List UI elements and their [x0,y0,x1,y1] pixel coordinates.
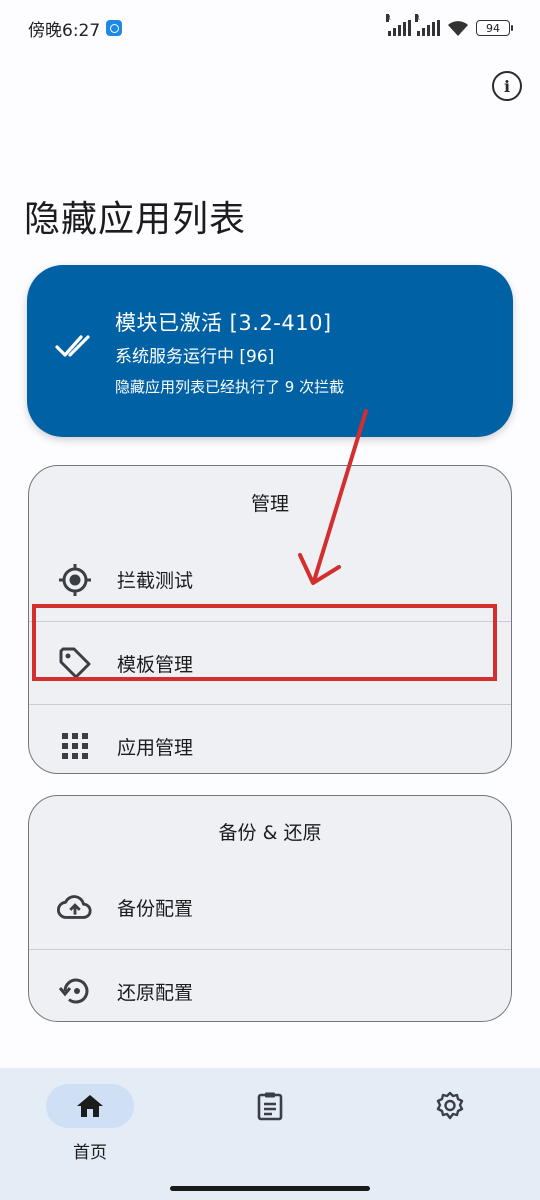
nav-settings[interactable] [405,1084,495,1174]
cloud-upload-icon [57,890,93,926]
backup-config-label: 备份配置 [117,898,194,920]
wifi-icon [448,21,468,36]
status-left: 傍晚6:27 [28,16,123,41]
module-version-text: 模块已激活 [3.2-410] [115,311,332,335]
apps-grid-icon [57,728,93,764]
nav-logs[interactable] [225,1084,315,1174]
bottom-navigation: 首页 [0,1068,540,1200]
signal-icon: R [415,14,440,36]
status-bar: 傍晚6:27 R R 94 [0,0,540,56]
signal-icon: R [386,14,411,36]
info-icon[interactable]: i [492,71,522,101]
restore-icon [57,973,93,1009]
sim1-label: R [386,14,391,22]
backup-card-title: 备份 & 还原 [218,821,322,844]
manage-card-title: 管理 [250,492,289,515]
page-title: 隐藏应用列表 [24,199,247,240]
done-all-icon [55,335,90,357]
restore-config-item[interactable]: 还原配置 [29,949,511,1021]
home-indicator[interactable] [170,1186,370,1191]
notification-app-icon [106,20,123,36]
intercept-count-text: 隐藏应用列表已经执行了 9 次拦截 [115,378,345,396]
status-right: R R 94 [386,14,513,37]
battery-level: 94 [486,21,500,35]
backup-config-item[interactable]: 备份配置 [29,866,511,949]
service-status-text: 系统服务运行中 [96] [115,347,275,367]
gear-icon [406,1084,494,1128]
gps-target-icon [57,562,93,598]
clipboard-icon [226,1084,314,1128]
module-status-card[interactable]: 模块已激活 [3.2-410] 系统服务运行中 [96] 隐藏应用列表已经执行了… [27,265,513,437]
status-time: 傍晚6:27 [28,20,101,41]
app-manage-label: 应用管理 [117,736,194,759]
restore-config-label: 还原配置 [117,981,194,1004]
highlight-annotation-box [32,604,497,681]
sim2-label: R [415,14,420,22]
intercept-test-label: 拦截测试 [117,570,194,592]
nav-home-label: 首页 [73,1143,107,1163]
battery-icon: 94 [476,20,513,36]
home-icon [46,1084,134,1128]
backup-restore-card: 备份 & 还原 备份配置 还原配置 [28,795,512,1022]
app-manage-item[interactable]: 应用管理 [29,704,511,773]
arrow-annotation-icon [298,409,368,585]
nav-home[interactable]: 首页 [45,1084,135,1174]
